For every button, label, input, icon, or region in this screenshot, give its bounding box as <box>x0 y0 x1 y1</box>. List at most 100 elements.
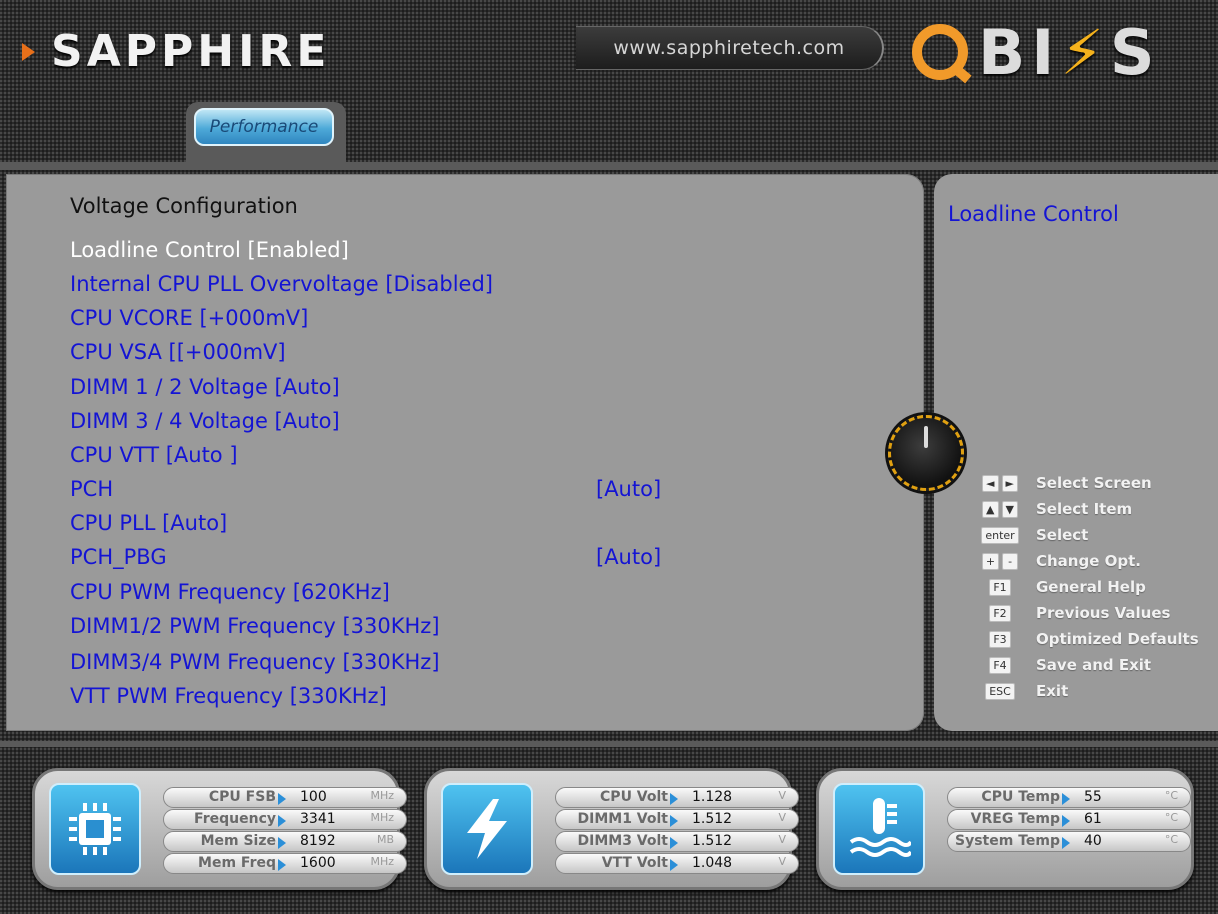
knob-icon <box>888 415 964 491</box>
readout-value: 1.048 <box>692 855 733 871</box>
key-label: Save and Exit <box>1036 656 1152 674</box>
key-caps: F1 <box>978 577 1022 597</box>
setting-row[interactable]: CPU VSA [[+000mV] <box>70 340 890 370</box>
logo-text: BI⚡S <box>978 15 1161 89</box>
status-readout: VREG Temp 61 °C <box>947 809 1191 830</box>
readout-value: 1.512 <box>692 833 733 849</box>
setting-row[interactable]: PCH_PBG [Auto] <box>70 545 890 575</box>
setting-label: CPU VCORE [+000mV] <box>70 306 309 330</box>
setting-label: Internal CPU PLL Overvoltage [Disabled] <box>70 272 493 296</box>
setting-row[interactable]: CPU PWM Frequency [620KHz] <box>70 580 890 610</box>
qbios-logo: BI⚡S <box>912 16 1161 89</box>
readout-value: 1600 <box>300 855 336 871</box>
setting-row[interactable]: DIMM 3 / 4 Voltage [Auto] <box>70 409 890 439</box>
key-cap: F1 <box>989 578 1011 596</box>
readout-label: Mem Freq <box>198 855 276 871</box>
readout-label: System Temp <box>955 833 1060 849</box>
key-label: Select Screen <box>1036 474 1152 492</box>
readout-label: CPU Volt <box>600 789 668 805</box>
setting-row[interactable]: DIMM1/2 PWM Frequency [330KHz] <box>70 614 890 644</box>
lightning-icon <box>441 783 533 875</box>
key-caps: F4 <box>978 655 1022 675</box>
status-readout: System Temp 40 °C <box>947 831 1191 852</box>
setting-value: [Auto] <box>596 477 662 501</box>
readout-label: DIMM1 Volt <box>577 811 669 827</box>
readout-unit: °C <box>1164 811 1178 824</box>
readout-value: 61 <box>1084 811 1102 827</box>
tab-performance[interactable]: Performance <box>194 108 334 146</box>
arrow-right-icon <box>278 793 286 805</box>
header-divider <box>0 162 1218 170</box>
readout-unit: V <box>778 789 786 802</box>
setting-row[interactable]: CPU VCORE [+000mV] <box>70 306 890 336</box>
key-cap: ESC <box>985 682 1015 700</box>
thermometer-svg <box>849 798 911 857</box>
key-caps: ESC <box>978 681 1022 701</box>
website-url: www.sapphiretech.com <box>576 26 884 70</box>
key-label: Select Item <box>1036 500 1133 518</box>
key-legend-item: ▲ ▼ Select Item <box>978 498 1132 520</box>
arrow-right-icon <box>278 837 286 849</box>
setting-row[interactable]: VTT PWM Frequency [330KHz] <box>70 684 890 714</box>
readout-label: Mem Size <box>200 833 276 849</box>
readout-label: VTT Volt <box>601 855 668 871</box>
arrow-right-icon <box>670 815 678 827</box>
readout-value: 100 <box>300 789 327 805</box>
temperature-status-panel: CPU Temp 55 °C VREG Temp 61 °C System Temp 40 °C <box>816 768 1194 890</box>
arrow-icon <box>22 42 35 61</box>
setting-label: CPU PWM Frequency [620KHz] <box>70 580 390 604</box>
readout-value: 1.512 <box>692 811 733 827</box>
key-cap: ▲ <box>982 500 999 518</box>
setting-row[interactable]: DIMM 1 / 2 Voltage [Auto] <box>70 375 890 405</box>
key-legend-item: + - Change Opt. <box>978 550 1141 572</box>
settings-panel: Voltage Configuration Loadline Control [… <box>6 174 924 731</box>
readout-unit: MHz <box>370 811 394 824</box>
key-caps: ▲ ▼ <box>978 499 1022 519</box>
setting-label: CPU VTT [Auto ] <box>70 443 238 467</box>
readout-label: Frequency <box>194 811 276 827</box>
key-legend-item: F4 Save and Exit <box>978 654 1151 676</box>
key-cap: F4 <box>989 656 1011 674</box>
key-cap: + <box>981 552 1000 570</box>
setting-label: CPU VSA [[+000mV] <box>70 340 286 364</box>
readout-value: 3341 <box>300 811 336 827</box>
key-cap: ▼ <box>1001 500 1018 518</box>
status-readout: Frequency 3341 MHz <box>163 809 407 830</box>
brand-name: SAPPHIRE <box>51 26 331 77</box>
status-readout: DIMM1 Volt 1.512 V <box>555 809 799 830</box>
readout-label: VREG Temp <box>970 811 1060 827</box>
readout-unit: MB <box>376 833 394 846</box>
status-readout: CPU Temp 55 °C <box>947 787 1191 808</box>
voltage-status-panel: CPU Volt 1.128 V DIMM1 Volt 1.512 V DIMM3 Volt… <box>424 768 799 890</box>
readout-unit: MHz <box>370 855 394 868</box>
key-legend-item: ◄ ► Select Screen <box>978 472 1152 494</box>
readout-unit: V <box>778 833 786 846</box>
readout-unit: °C <box>1164 789 1178 802</box>
key-cap: F3 <box>989 630 1011 648</box>
setting-label: Loadline Control [Enabled] <box>70 238 349 262</box>
setting-label: PCH <box>70 477 114 501</box>
setting-row[interactable]: CPU VTT [Auto ] <box>70 443 890 473</box>
lightning-svg <box>467 799 507 859</box>
key-label: Exit <box>1036 682 1069 700</box>
key-label: Change Opt. <box>1036 552 1141 570</box>
key-legend-item: ESC Exit <box>978 680 1068 702</box>
key-cap: enter <box>981 526 1019 544</box>
setting-label: CPU PLL [Auto] <box>70 511 228 535</box>
readout-unit: °C <box>1164 833 1178 846</box>
setting-row[interactable]: PCH [Auto] <box>70 477 890 507</box>
setting-label: VTT PWM Frequency [330KHz] <box>70 684 387 708</box>
setting-row[interactable]: Internal CPU PLL Overvoltage [Disabled] <box>70 272 890 302</box>
status-readout: CPU FSB 100 MHz <box>163 787 407 808</box>
setting-label: DIMM1/2 PWM Frequency [330KHz] <box>70 614 440 638</box>
key-caps: ◄ ► <box>978 473 1022 493</box>
readout-unit: V <box>778 855 786 868</box>
setting-row[interactable]: DIMM3/4 PWM Frequency [330KHz] <box>70 650 890 680</box>
setting-label: DIMM 1 / 2 Voltage [Auto] <box>70 375 340 399</box>
setting-row[interactable]: CPU PLL [Auto] <box>70 511 890 541</box>
logo-q-ring <box>912 24 968 80</box>
arrow-right-icon <box>278 859 286 871</box>
readout-label: DIMM3 Volt <box>577 833 669 849</box>
thermometer-icon <box>833 783 925 875</box>
setting-row[interactable]: Loadline Control [Enabled] <box>70 238 890 268</box>
